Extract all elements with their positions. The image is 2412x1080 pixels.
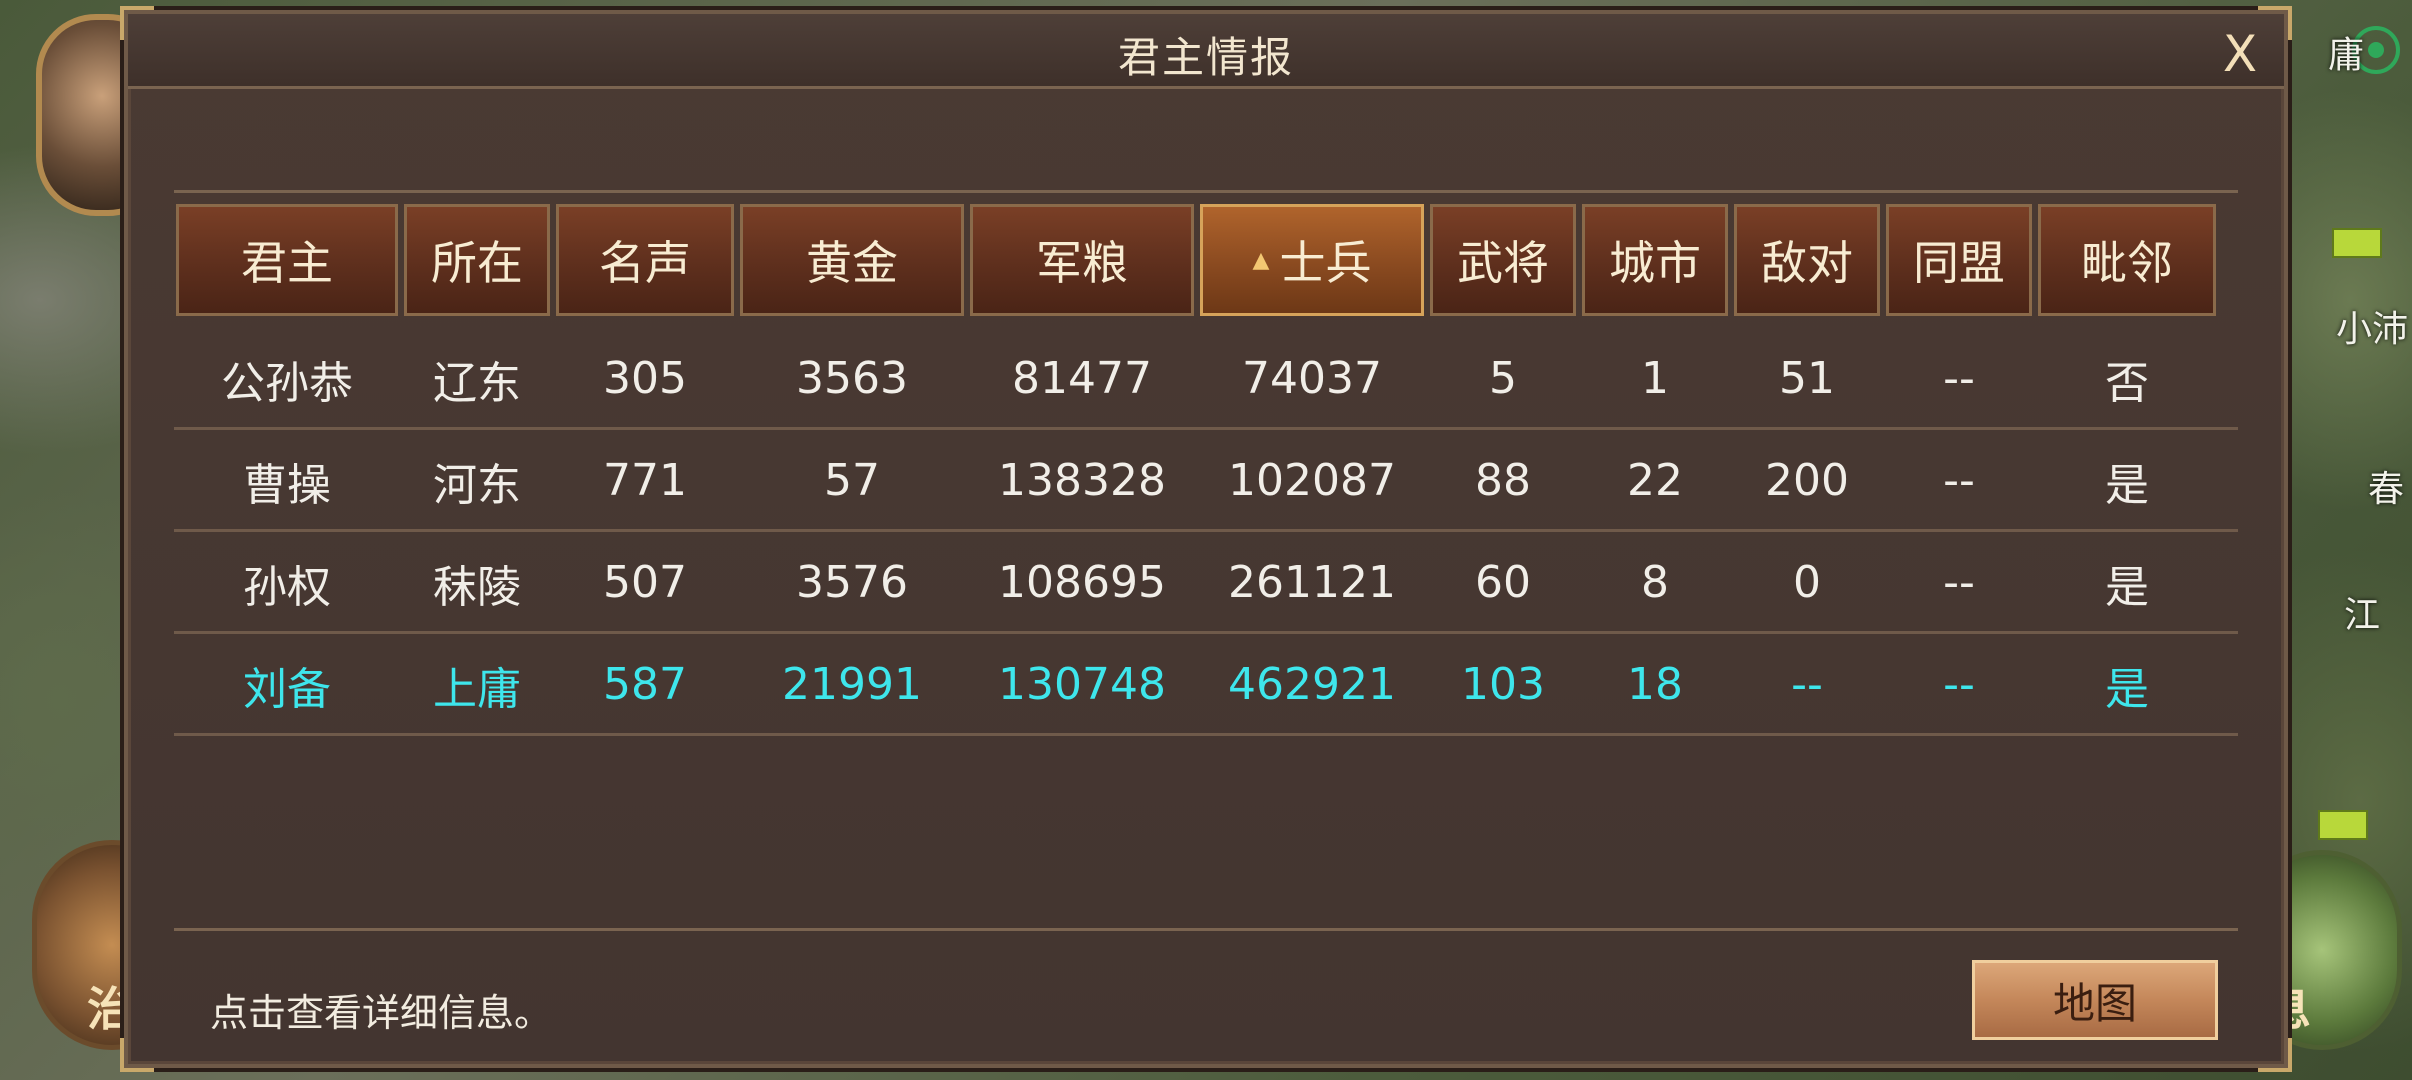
column-header-label: 军粮: [1036, 236, 1128, 290]
cell-alliance: --: [1943, 455, 1975, 506]
corner-ornament: [2258, 1038, 2292, 1072]
cell-hostility: 51: [1779, 353, 1835, 404]
cell-hostility: 0: [1793, 557, 1821, 608]
cell-ruler: 曹操: [243, 459, 331, 511]
map-city-label: 庸: [2327, 35, 2364, 76]
cell-alliance: --: [1943, 557, 1975, 608]
cell-adjacent: 是: [2105, 561, 2149, 613]
cell-gold: 21991: [782, 659, 922, 710]
faction-flag-icon: [2318, 810, 2368, 840]
column-header-generals[interactable]: 武将: [1430, 204, 1576, 316]
cell-food: 138328: [998, 455, 1166, 506]
cell-generals: 88: [1475, 455, 1531, 506]
cell-cities: 1: [1641, 353, 1669, 404]
column-header-label: 君主: [241, 236, 333, 290]
cell-generals: 5: [1489, 353, 1517, 404]
map-city-label: 春: [2367, 469, 2404, 510]
column-header-cities[interactable]: 城市: [1582, 204, 1728, 316]
cell-generals: 60: [1475, 557, 1531, 608]
cell-cities: 22: [1627, 455, 1683, 506]
column-header-label: 名声: [599, 236, 691, 290]
column-header-hostility[interactable]: 敌对: [1734, 204, 1880, 316]
cell-fame: 587: [603, 659, 687, 710]
faction-flag-icon: [2332, 228, 2382, 258]
cell-alliance: --: [1943, 659, 1975, 710]
cell-hostility: --: [1791, 659, 1823, 710]
cell-location: 河东: [433, 459, 521, 511]
column-header-label: 武将: [1457, 236, 1549, 290]
ruler-info-dialog: 君主情报 X 君主 所在 名声 黄金 军粮 ▲ 士兵 武将 城市 敌对 同盟 毗…: [120, 6, 2292, 1072]
table-row-player[interactable]: 刘备 上庸 587 21991 130748 462921 103 18 -- …: [174, 636, 2238, 736]
cell-soldiers: 462921: [1228, 659, 1396, 710]
map-city-label: 江: [2343, 595, 2380, 636]
cell-alliance: --: [1943, 353, 1975, 404]
column-header-fame[interactable]: 名声: [556, 204, 734, 316]
cell-food: 108695: [998, 557, 1166, 608]
column-header-label: 士兵: [1279, 236, 1372, 290]
column-header-location[interactable]: 所在: [404, 204, 550, 316]
cell-generals: 103: [1461, 659, 1545, 710]
cell-gold: 57: [824, 455, 880, 506]
column-header-label: 毗邻: [2081, 236, 2173, 290]
cell-adjacent: 否: [2105, 357, 2149, 409]
cell-gold: 3563: [796, 353, 908, 404]
cell-soldiers: 102087: [1228, 455, 1396, 506]
cell-ruler: 公孙恭: [221, 357, 353, 409]
dialog-title: 君主情报: [1117, 33, 1294, 82]
cell-gold: 3576: [796, 557, 908, 608]
cell-soldiers: 261121: [1228, 557, 1396, 608]
table-row[interactable]: 孙权 秣陵 507 3576 108695 261121 60 8 0 -- 是: [174, 534, 2238, 634]
column-header-alliance[interactable]: 同盟: [1886, 204, 2032, 316]
dialog-header: 君主情报 X: [128, 14, 2284, 89]
cell-fame: 305: [603, 353, 687, 404]
column-header-soldiers[interactable]: ▲ 士兵: [1200, 204, 1424, 316]
cell-food: 130748: [998, 659, 1166, 710]
column-header-label: 所在: [431, 236, 523, 290]
map-city-label: 小沛: [2335, 309, 2408, 350]
sort-ascending-icon: ▲: [1252, 247, 1270, 273]
cell-location: 秣陵: [433, 561, 521, 613]
cell-location: 上庸: [433, 663, 521, 715]
column-header-adjacent[interactable]: 毗邻: [2038, 204, 2216, 316]
cell-cities: 8: [1641, 557, 1669, 608]
cell-ruler: 刘备: [243, 663, 331, 715]
cell-cities: 18: [1627, 659, 1683, 710]
cell-food: 81477: [1012, 353, 1152, 404]
corner-ornament: [120, 1038, 154, 1072]
cell-location: 辽东: [433, 357, 521, 409]
cell-soldiers: 74037: [1242, 353, 1382, 404]
cell-fame: 771: [603, 455, 687, 506]
column-header-ruler[interactable]: 君主: [176, 204, 398, 316]
cell-adjacent: 是: [2105, 663, 2149, 715]
column-header-gold[interactable]: 黄金: [740, 204, 964, 316]
table-row[interactable]: 曹操 河东 771 57 138328 102087 88 22 200 -- …: [174, 432, 2238, 532]
hint-text: 点击查看详细信息。: [210, 991, 553, 1035]
cell-adjacent: 是: [2105, 459, 2149, 511]
column-header-label: 黄金: [806, 236, 898, 290]
cell-fame: 507: [603, 557, 687, 608]
cell-hostility: 200: [1765, 455, 1849, 506]
column-header-label: 敌对: [1761, 236, 1853, 290]
table-row[interactable]: 公孙恭 辽东 305 3563 81477 74037 5 1 51 -- 否: [174, 330, 2238, 430]
close-icon[interactable]: X: [2214, 28, 2266, 80]
cell-ruler: 孙权: [243, 561, 331, 613]
column-header-food[interactable]: 军粮: [970, 204, 1194, 316]
column-header-label: 城市: [1609, 236, 1701, 290]
column-header-label: 同盟: [1913, 236, 2005, 290]
divider: [174, 928, 2238, 931]
map-button[interactable]: 地图: [1972, 960, 2218, 1040]
map-button-label: 地图: [2052, 978, 2137, 1028]
divider: [174, 190, 2238, 193]
